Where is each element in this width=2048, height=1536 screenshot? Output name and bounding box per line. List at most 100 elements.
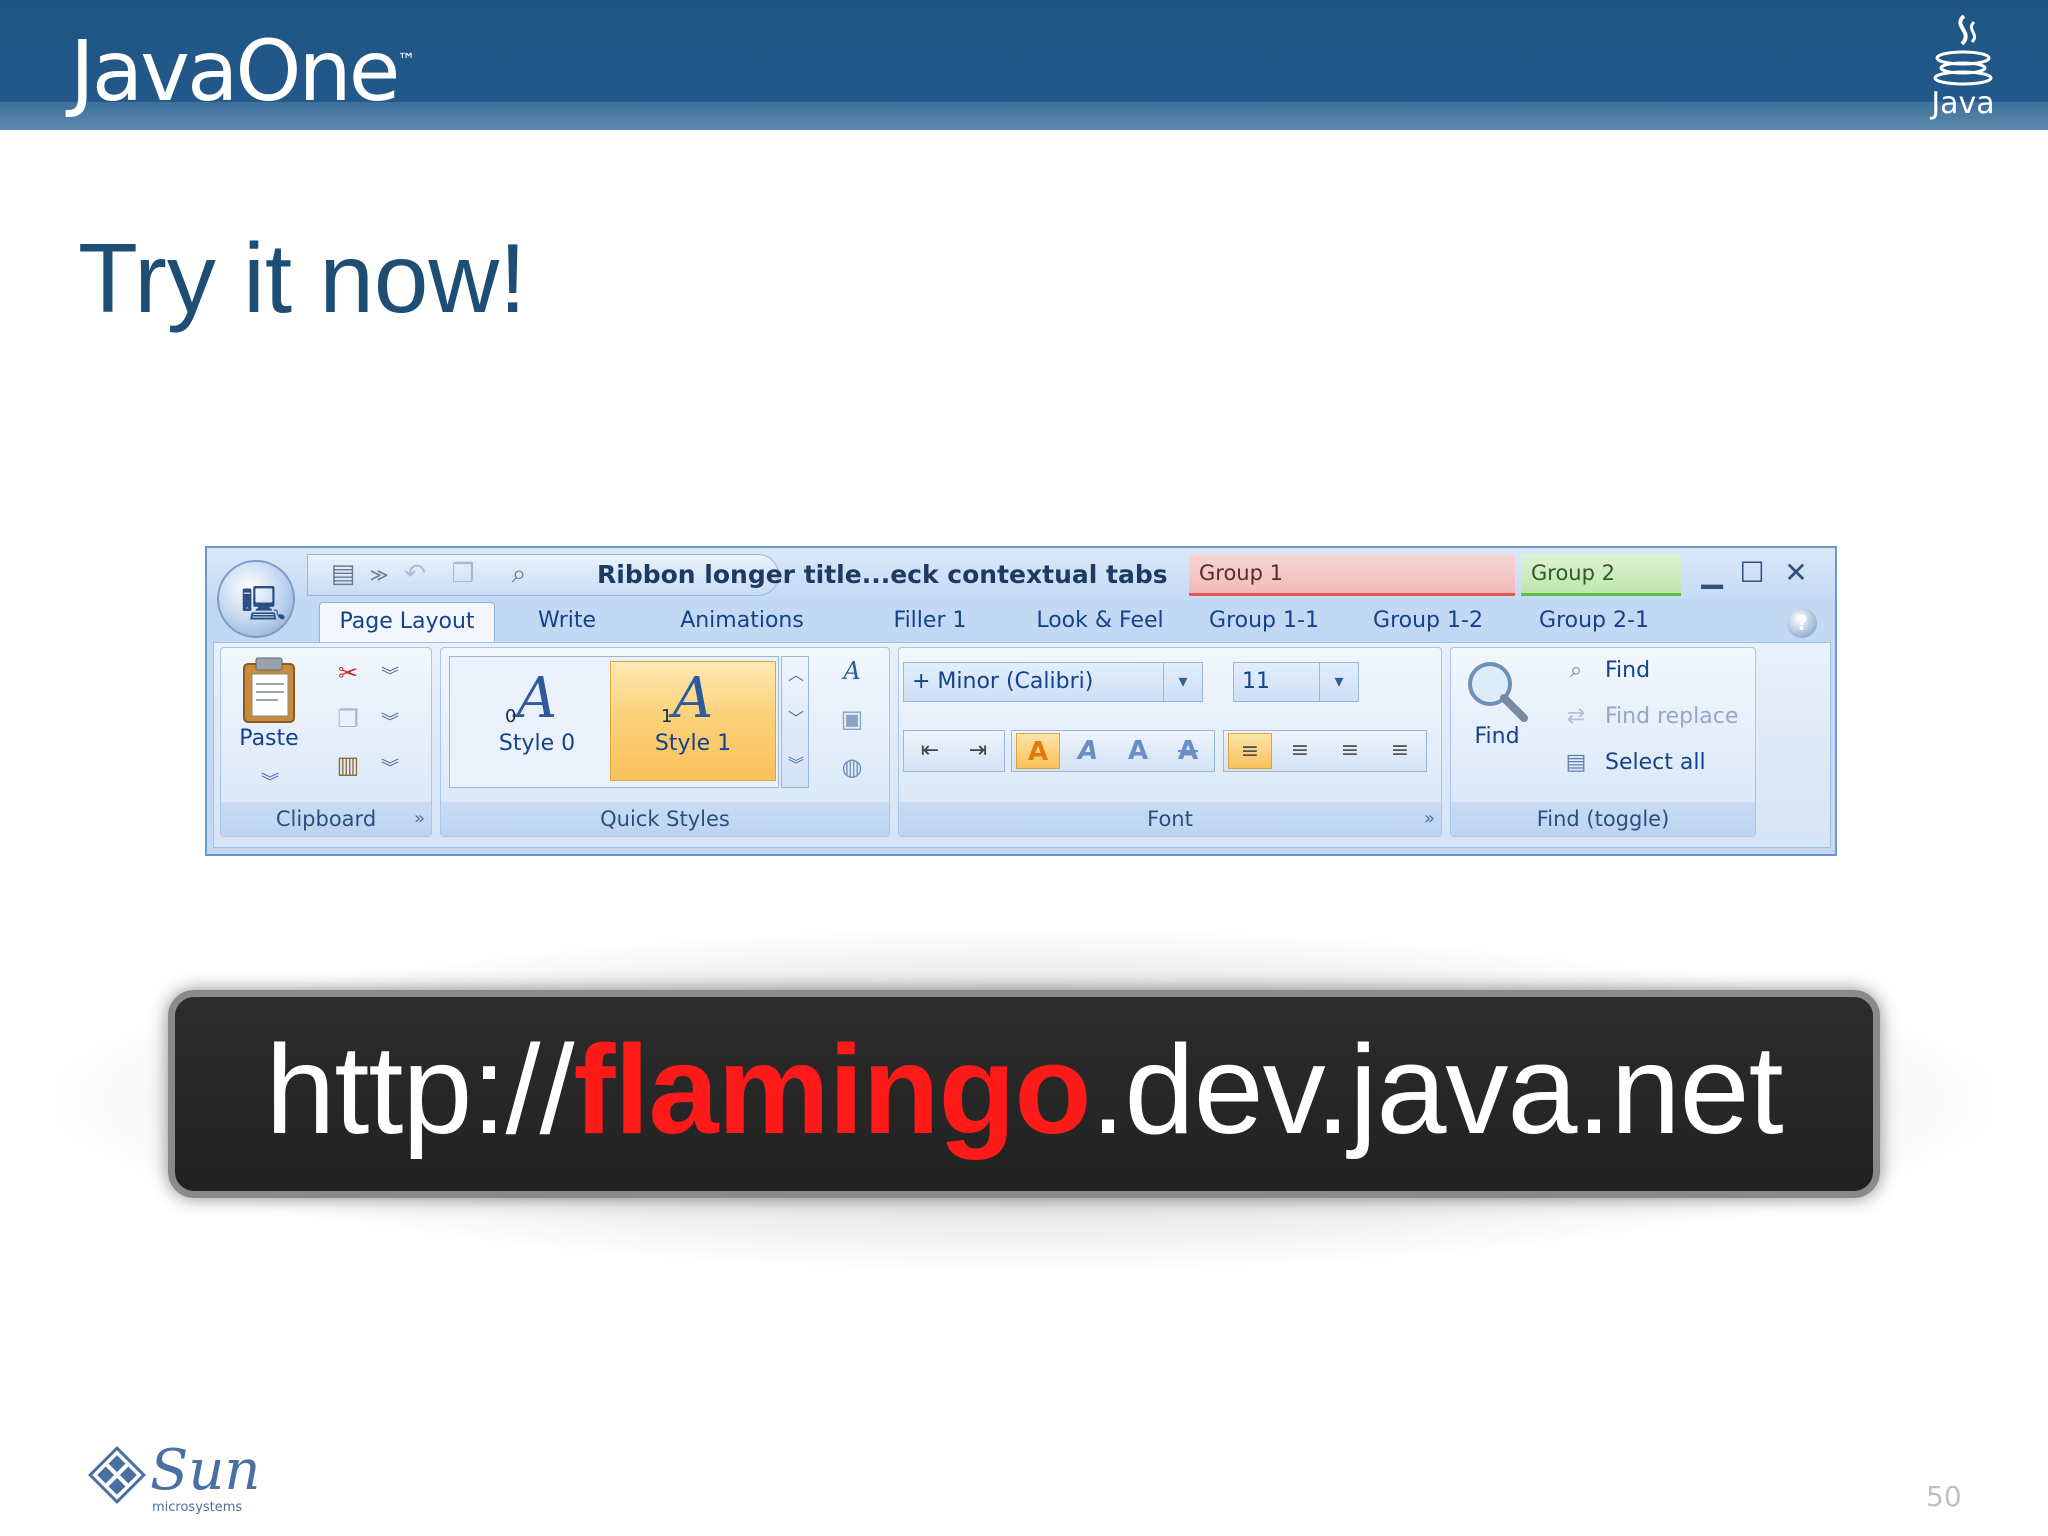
globe-icon[interactable]: ◍ xyxy=(837,752,867,782)
app-menu-button[interactable]: 🖳 xyxy=(217,560,295,638)
tab-write[interactable]: Write xyxy=(517,602,617,642)
paste-dropdown-icon[interactable]: ︾ xyxy=(261,768,279,794)
gallery-scroller: ︿ ﹀ ︾ xyxy=(781,656,809,788)
copy-icon[interactable]: ❐ xyxy=(448,559,478,589)
slide-header: JavaOne™ Java xyxy=(0,0,2048,130)
alignment-strip: ≡ ≡ ≡ ≡ xyxy=(1223,730,1427,772)
help-icon[interactable]: ? xyxy=(1787,608,1817,638)
style-1-index: 1 xyxy=(661,706,673,727)
slide-title: Try it now! xyxy=(78,223,527,333)
tab-group-1-2[interactable]: Group 1-2 xyxy=(1363,602,1493,642)
magnifier-icon xyxy=(1468,662,1528,722)
paste-icon xyxy=(243,657,295,723)
style-1-glyph: A xyxy=(672,666,714,731)
sun-logo: Sun microsystems xyxy=(86,1438,266,1518)
sun-diamond-icon xyxy=(88,1446,146,1504)
style-0-button[interactable]: A 0 Style 0 xyxy=(454,661,620,781)
qat-chevron-icon[interactable]: ≫ xyxy=(364,565,394,595)
tab-filler-1[interactable]: Filler 1 xyxy=(875,602,985,642)
format-chevron-icon[interactable]: ︾ xyxy=(381,754,399,780)
copy-icon[interactable]: ❐ xyxy=(333,704,363,734)
paste-button[interactable]: Paste ︾ xyxy=(229,656,309,793)
font-expand-icon[interactable]: » xyxy=(1424,802,1435,836)
band-label-find: Find (toggle) xyxy=(1451,802,1755,836)
window-title: Ribbon longer title...eck contextual tab… xyxy=(597,560,1168,589)
style-1-label: Style 1 xyxy=(654,731,732,756)
format-painter-icon[interactable]: ▥ xyxy=(333,750,363,780)
increase-indent-icon[interactable]: ⇥ xyxy=(956,733,1000,769)
java-word: Java xyxy=(1931,86,1995,121)
chevron-down-icon[interactable]: ▾ xyxy=(1163,663,1202,701)
strike-a-icon[interactable]: A xyxy=(1166,733,1210,769)
picture-icon[interactable]: ▣ xyxy=(837,704,867,734)
tab-look-and-feel[interactable]: Look & Feel xyxy=(1025,602,1175,642)
gallery-expand-icon[interactable]: ︾ xyxy=(788,751,804,775)
gallery-scroll-up-icon[interactable]: ︿ xyxy=(788,661,804,685)
find-big-button[interactable]: Find xyxy=(1457,658,1537,749)
select-all-icon: ▤ xyxy=(1565,750,1587,775)
ribbon-tabs: Page Layout Write Animations Filler 1 Lo… xyxy=(207,598,1835,642)
bold-a-icon[interactable]: A xyxy=(1016,733,1060,769)
style-1-button[interactable]: A 1 Style 1 xyxy=(610,661,776,781)
find-icon[interactable]: ⌕ xyxy=(504,559,534,589)
brand-trademark: ™ xyxy=(397,50,416,71)
tab-animations[interactable]: Animations xyxy=(667,602,817,642)
style-0-label: Style 0 xyxy=(498,731,576,756)
font-size-value: 11 xyxy=(1242,669,1270,694)
copy-chevron-icon[interactable]: ︾ xyxy=(381,708,399,734)
sun-sub: microsystems xyxy=(152,1500,243,1515)
band-label-font: Font xyxy=(899,802,1441,836)
text-style-icon[interactable]: A xyxy=(837,656,867,686)
band-find: Find ⌕ Find ⇄ Find replace ▤ Select all … xyxy=(1450,647,1756,837)
select-all-item[interactable]: Select all xyxy=(1605,750,1706,775)
url-prefix: http:// xyxy=(265,1019,574,1160)
tab-group-2-1[interactable]: Group 2-1 xyxy=(1529,602,1659,642)
chevron-down-icon[interactable]: ▾ xyxy=(1319,663,1358,701)
java-logo: Java xyxy=(1918,10,2008,122)
minimize-button[interactable]: ▁ xyxy=(1695,556,1729,590)
undo-icon[interactable]: ↶ xyxy=(400,559,430,589)
close-button[interactable]: ✕ xyxy=(1779,556,1813,590)
band-label-quick-styles: Quick Styles xyxy=(441,802,889,836)
clipboard-icon[interactable]: ▤ xyxy=(328,559,358,589)
find-replace-item[interactable]: Find replace xyxy=(1605,704,1738,729)
url-highlight: flamingo xyxy=(573,1019,1092,1160)
align-right-icon[interactable]: ≡ xyxy=(1328,733,1372,769)
tab-group-1-1[interactable]: Group 1-1 xyxy=(1199,602,1329,642)
decrease-indent-icon[interactable]: ⇤ xyxy=(908,733,952,769)
indent-strip: ⇤ ⇥ xyxy=(903,730,1005,772)
url-text[interactable]: http://flamingo.dev.java.net xyxy=(175,1017,1873,1162)
style-0-index: 0 xyxy=(505,706,517,727)
align-justify-icon[interactable]: ≡ xyxy=(1378,733,1422,769)
align-center-icon[interactable]: ≡ xyxy=(1278,733,1322,769)
cut-icon[interactable]: ✂ xyxy=(333,658,363,688)
computer-icon: 🖳 xyxy=(241,584,287,624)
clipboard-expand-icon[interactable]: » xyxy=(414,802,425,836)
find-small-icon: ⌕ xyxy=(1569,658,1583,683)
outline-a-icon[interactable]: A xyxy=(1116,733,1160,769)
gallery-scroll-down-icon[interactable]: ﹀ xyxy=(788,705,804,729)
cut-chevron-icon[interactable]: ︾ xyxy=(381,662,399,688)
tab-page-layout[interactable]: Page Layout xyxy=(319,602,495,642)
contextual-group-2: Group 2 xyxy=(1521,554,1681,596)
font-family-value: + Minor (Calibri) xyxy=(912,669,1094,694)
find-replace-icon: ⇄ xyxy=(1566,704,1586,729)
font-family-combo[interactable]: + Minor (Calibri) ▾ xyxy=(903,662,1203,702)
font-size-combo[interactable]: 11 ▾ xyxy=(1233,662,1359,702)
ribbon-window: ▤ ≫ ↶ ❐ ⌕ Ribbon longer title...eck cont… xyxy=(205,546,1837,856)
text-effect-strip: A A A A xyxy=(1011,730,1215,772)
italic-a-icon[interactable]: A xyxy=(1066,733,1110,769)
band-font: + Minor (Calibri) ▾ 11 ▾ ⇤ ⇥ A A A A ≡ ≡… xyxy=(898,647,1442,837)
url-suffix: .dev.java.net xyxy=(1090,1019,1784,1160)
paste-label: Paste xyxy=(239,726,299,751)
maximize-button[interactable]: ☐ xyxy=(1735,556,1769,590)
brand-text: JavaOne xyxy=(70,22,400,120)
styles-gallery: A 0 Style 0 A 1 Style 1 xyxy=(449,656,779,788)
find-item[interactable]: Find xyxy=(1605,658,1650,683)
sun-word: Sun xyxy=(150,1438,261,1503)
band-label-clipboard: Clipboard xyxy=(221,802,431,836)
align-left-icon[interactable]: ≡ xyxy=(1228,733,1272,769)
ribbon-body: Paste ︾ ✂ ︾ ❐ ︾ ▥ ︾ Clipboard » A 0 Styl… xyxy=(213,642,1831,848)
find-big-label: Find xyxy=(1474,724,1520,749)
contextual-group-1: Group 1 xyxy=(1189,554,1515,596)
